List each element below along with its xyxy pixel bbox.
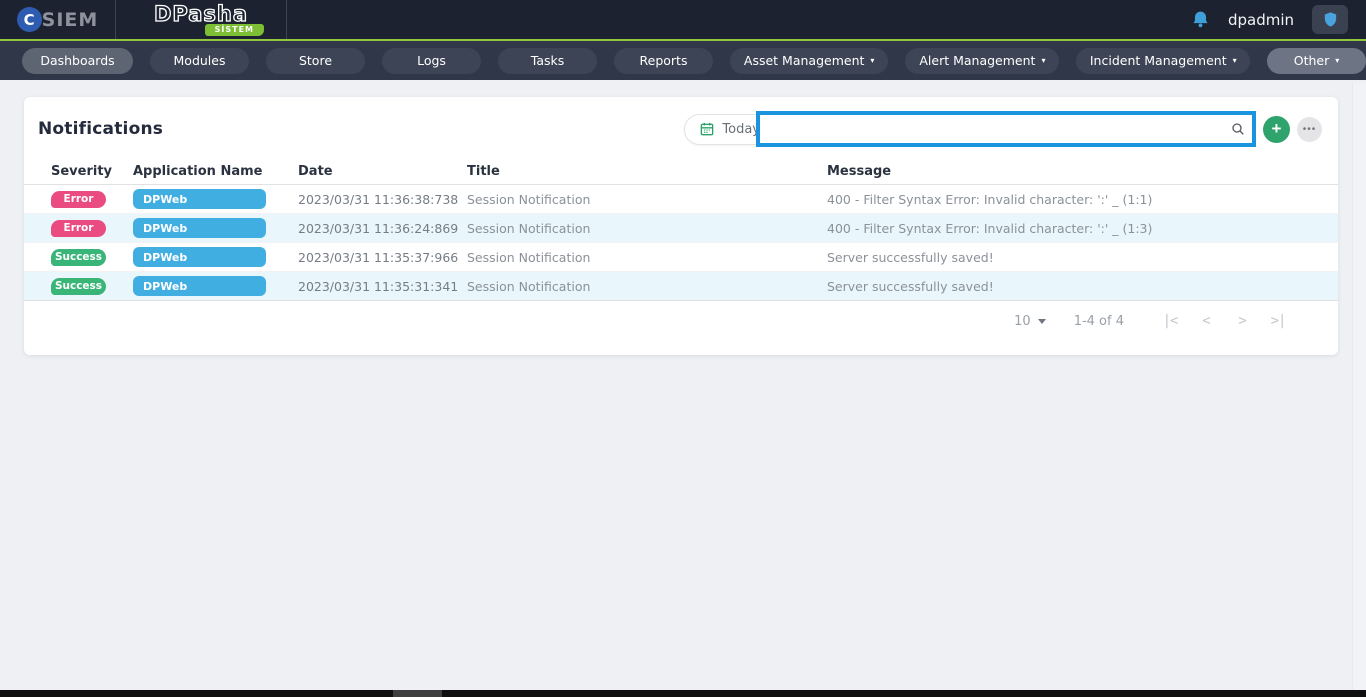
search-input[interactable] — [760, 115, 1224, 143]
vertical-scrollbar[interactable] — [1352, 83, 1366, 690]
severity-badge: Error — [51, 191, 106, 208]
row-date: 2023/03/31 11:35:37:966 — [298, 250, 467, 265]
shield-icon — [1322, 11, 1339, 28]
page-title: Notifications — [38, 119, 163, 139]
chevron-down-icon — [1038, 319, 1046, 324]
horizontal-scrollbar-thumb[interactable] — [393, 690, 442, 697]
nav-item-dashboards[interactable]: Dashboards — [22, 48, 133, 74]
application-badge: DPWeb — [133, 276, 266, 296]
csiem-logo[interactable]: C SIEM — [0, 0, 116, 39]
nav-item-alert-management[interactable]: Alert Management▾ — [905, 48, 1059, 74]
search-icon — [1230, 121, 1246, 137]
notifications-bell-icon[interactable] — [1191, 10, 1210, 29]
severity-badge: Success — [51, 278, 106, 295]
more-options-button[interactable]: ••• — [1297, 117, 1322, 142]
severity-badge: Success — [51, 249, 106, 266]
notifications-card: Notifications Today + ••• Severity — [24, 97, 1338, 355]
severity-badge: Error — [51, 220, 106, 237]
nav-item-incident-management[interactable]: Incident Management▾ — [1076, 48, 1250, 74]
last-page-button[interactable]: >| — [1260, 313, 1296, 329]
row-message: Server successfully saved! — [827, 279, 1338, 294]
row-message: Server successfully saved! — [827, 250, 1338, 265]
chevron-down-icon: ▾ — [1233, 57, 1237, 65]
table-row[interactable]: Error DPWeb 2023/03/31 11:36:24:869 Sess… — [24, 214, 1338, 243]
header-controls: Today + ••• — [684, 111, 1322, 147]
topbar-right: dpadmin — [1191, 0, 1366, 39]
row-message: 400 - Filter Syntax Error: Invalid chara… — [827, 192, 1338, 207]
row-title: Session Notification — [467, 279, 827, 294]
nav-item-reports[interactable]: Reports — [614, 48, 713, 74]
table-header-row: Severity Application Name Date Title Mes… — [24, 159, 1338, 185]
application-badge: DPWeb — [133, 189, 266, 209]
next-page-button[interactable]: > — [1224, 313, 1260, 329]
nav-item-tasks[interactable]: Tasks — [498, 48, 597, 74]
page-size-select[interactable]: 10 — [1014, 314, 1046, 329]
search-button[interactable] — [1224, 115, 1252, 143]
application-badge: DPWeb — [133, 218, 266, 238]
search-box-highlighted — [756, 111, 1256, 147]
col-header-application: Application Name — [133, 164, 298, 179]
table-row[interactable]: Success DPWeb 2023/03/31 11:35:31:341 Se… — [24, 272, 1338, 301]
row-title: Session Notification — [467, 250, 827, 265]
date-filter-label: Today — [722, 122, 760, 137]
username-label: dpadmin — [1228, 11, 1294, 29]
nav-item-asset-management[interactable]: Asset Management▾ — [730, 48, 888, 74]
row-title: Session Notification — [467, 221, 827, 236]
chevron-down-icon: ▾ — [1335, 57, 1339, 65]
page-size-value: 10 — [1014, 314, 1031, 329]
table-row[interactable]: Error DPWeb 2023/03/31 11:36:38:738 Sess… — [24, 185, 1338, 214]
col-header-message: Message — [827, 164, 1338, 179]
add-button[interactable]: + — [1263, 116, 1290, 143]
pagination-range-label: 1-4 of 4 — [1074, 314, 1124, 329]
previous-page-button[interactable]: < — [1188, 313, 1224, 329]
user-shield-button[interactable] — [1312, 5, 1348, 34]
nav-item-other[interactable]: Other▾ — [1267, 48, 1366, 74]
csiem-logo-mark: C — [17, 7, 42, 32]
col-header-title: Title — [467, 164, 827, 179]
nav-item-logs[interactable]: Logs — [382, 48, 481, 74]
application-badge: DPWeb — [133, 247, 266, 267]
row-date: 2023/03/31 11:35:31:341 — [298, 279, 467, 294]
row-date: 2023/03/31 11:36:24:869 — [298, 221, 467, 236]
pagination: 10 1-4 of 4 |< < > >| — [24, 301, 1338, 329]
chevron-down-icon: ▾ — [1041, 57, 1045, 65]
main-nav: Dashboards Modules Store Logs Tasks Repo… — [0, 41, 1366, 80]
dpasha-logo[interactable]: DPasha SİSTEM — [116, 0, 287, 39]
calendar-icon — [699, 121, 715, 137]
nav-item-modules[interactable]: Modules — [150, 48, 249, 74]
row-date: 2023/03/31 11:36:38:738 — [298, 192, 467, 207]
sistem-badge: SİSTEM — [205, 24, 264, 36]
row-title: Session Notification — [467, 192, 827, 207]
first-page-button[interactable]: |< — [1152, 313, 1188, 329]
topbar: C SIEM DPasha SİSTEM dpadmin — [0, 0, 1366, 41]
csiem-logo-text: SIEM — [42, 9, 99, 31]
chevron-down-icon: ▾ — [870, 57, 874, 65]
dpasha-logo-text: DPasha — [154, 4, 248, 24]
card-header: Notifications Today + ••• — [24, 97, 1338, 153]
col-header-date: Date — [298, 164, 467, 179]
notifications-table: Severity Application Name Date Title Mes… — [24, 159, 1338, 301]
nav-item-store[interactable]: Store — [266, 48, 365, 74]
table-row[interactable]: Success DPWeb 2023/03/31 11:35:37:966 Se… — [24, 243, 1338, 272]
row-message: 400 - Filter Syntax Error: Invalid chara… — [827, 221, 1338, 236]
col-header-severity: Severity — [51, 164, 133, 179]
horizontal-scrollbar[interactable] — [0, 690, 1366, 697]
